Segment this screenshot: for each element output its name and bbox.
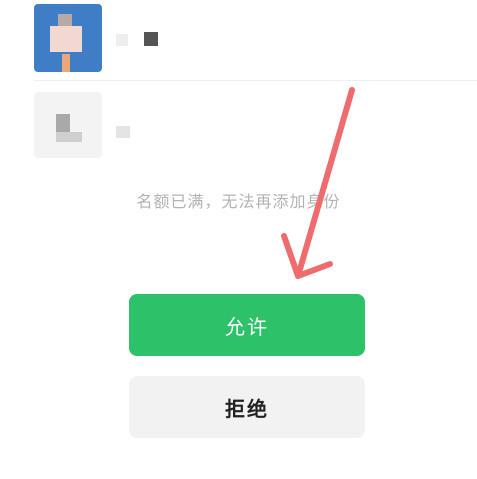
- annotation-arrow-icon: [281, 87, 355, 279]
